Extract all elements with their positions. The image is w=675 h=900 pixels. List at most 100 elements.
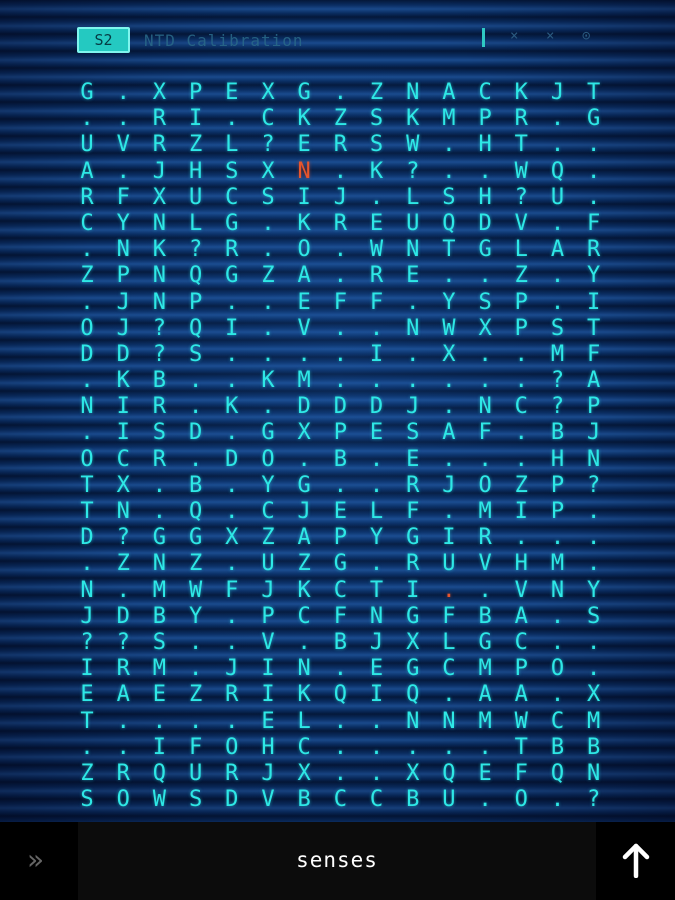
grid-cell[interactable]: V [512,578,530,604]
grid-cell[interactable]: M [440,106,458,132]
grid-cell[interactable]: J [368,630,386,656]
grid-cell[interactable]: ? [585,787,603,813]
grid-cell[interactable]: . [368,551,386,577]
grid-cell[interactable]: W [368,237,386,263]
grid-cell[interactable]: E [476,761,494,787]
grid-cell[interactable]: J [150,159,168,185]
grid-cell[interactable]: R [223,682,241,708]
grid-cell[interactable]: D [368,394,386,420]
grid-cell[interactable]: Z [187,551,205,577]
grid-cell[interactable]: R [78,185,96,211]
grid-cell[interactable]: K [295,211,313,237]
grid-cell[interactable]: . [368,185,386,211]
grid-cell[interactable]: N [440,709,458,735]
grid-cell[interactable]: . [259,316,277,342]
grid-cell[interactable]: K [295,682,313,708]
grid-cell[interactable]: . [512,420,530,446]
grid-cell[interactable]: U [440,551,458,577]
grid-cell[interactable]: S [187,342,205,368]
grid-cell[interactable]: N [295,656,313,682]
grid-cell[interactable]: Z [295,551,313,577]
grid-cell[interactable]: N [78,578,96,604]
grid-cell[interactable]: S [368,106,386,132]
grid-cell[interactable]: C [512,630,530,656]
grid-cell[interactable]: O [476,473,494,499]
grid-cell[interactable]: I [187,106,205,132]
grid-cell[interactable]: E [404,263,422,289]
grid-cell[interactable]: P [548,499,566,525]
grid-cell[interactable]: C [512,394,530,420]
grid-cell[interactable]: E [368,420,386,446]
grid-cell[interactable]: H [476,132,494,158]
grid-cell[interactable]: . [404,735,422,761]
grid-cell[interactable]: V [114,132,132,158]
grid-cell[interactable]: . [114,80,132,106]
grid-cell[interactable]: ? [78,630,96,656]
grid-cell[interactable]: E [150,682,168,708]
grid-cell[interactable]: O [548,656,566,682]
grid-cell[interactable]: . [223,106,241,132]
grid-cell[interactable]: N [114,499,132,525]
grid-cell[interactable]: X [404,630,422,656]
grid-cell[interactable]: . [548,787,566,813]
grid-cell[interactable]: O [259,447,277,473]
grid-cell[interactable]: Q [404,682,422,708]
grid-cell[interactable]: . [404,290,422,316]
grid-cell[interactable]: P [331,525,349,551]
grid-cell[interactable]: M [476,499,494,525]
grid-cell[interactable]: R [223,761,241,787]
grid-cell[interactable]: . [440,394,458,420]
grid-cell[interactable]: G [150,525,168,551]
grid-cell[interactable]: R [476,525,494,551]
grid-cell[interactable]: V [295,316,313,342]
grid-cell[interactable]: W [512,709,530,735]
grid-cell[interactable]: N [404,709,422,735]
grid-cell[interactable]: S [259,185,277,211]
grid-cell[interactable]: I [295,185,313,211]
grid-cell[interactable]: J [548,80,566,106]
grid-cell[interactable]: R [114,761,132,787]
grid-cell[interactable]: U [440,787,458,813]
grid-cell[interactable]: Z [368,80,386,106]
grid-cell[interactable]: S [223,159,241,185]
grid-cell[interactable]: ? [187,237,205,263]
grid-cell[interactable]: W [404,132,422,158]
grid-cell[interactable]: ? [548,394,566,420]
grid-cell[interactable]: X [150,80,168,106]
grid-cell[interactable]: S [476,290,494,316]
grid-cell[interactable]: M [548,551,566,577]
grid-cell[interactable]: F [585,342,603,368]
grid-cell[interactable]: U [548,185,566,211]
grid-cell[interactable]: C [440,656,458,682]
grid-cell[interactable]: . [548,525,566,551]
grid-cell[interactable]: A [476,682,494,708]
grid-cell[interactable]: Q [187,316,205,342]
grid-cell[interactable]: Z [259,263,277,289]
grid-cell[interactable]: . [259,394,277,420]
grid-cell[interactable]: A [512,682,530,708]
grid-cell[interactable]: . [78,290,96,316]
grid-cell[interactable]: B [548,420,566,446]
grid-cell[interactable]: . [223,473,241,499]
grid-cell[interactable]: K [295,578,313,604]
grid-cell[interactable]: . [548,290,566,316]
grid-cell[interactable]: Y [368,525,386,551]
grid-cell[interactable]: K [150,237,168,263]
grid-cell[interactable]: C [259,499,277,525]
grid-cell[interactable]: T [512,132,530,158]
grid-cell[interactable]: V [259,787,277,813]
grid-cell[interactable]: K [368,159,386,185]
grid-cell[interactable]: E [259,709,277,735]
grid-cell[interactable]: ? [404,159,422,185]
grid-cell[interactable]: . [512,368,530,394]
grid-cell[interactable]: W [187,578,205,604]
grid-cell[interactable]: . [331,263,349,289]
grid-cell[interactable]: . [331,761,349,787]
grid-cell[interactable]: J [295,499,313,525]
grid-cell[interactable]: B [476,604,494,630]
grid-cell[interactable]: ? [150,316,168,342]
grid-cell[interactable]: G [259,420,277,446]
grid-cell[interactable]: . [548,211,566,237]
grid-cell[interactable]: . [548,263,566,289]
grid-cell[interactable]: P [259,604,277,630]
